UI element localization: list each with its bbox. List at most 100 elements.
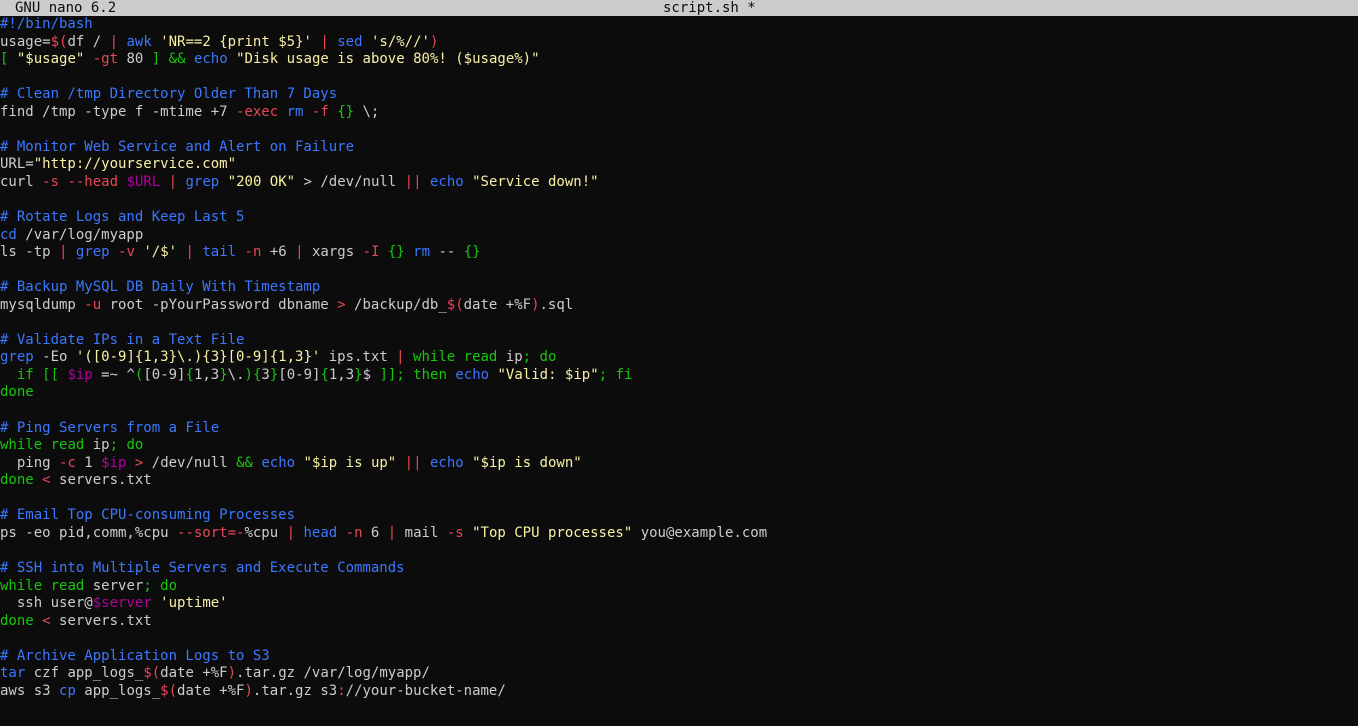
code-line[interactable]: #!/bin/bash [0, 16, 1358, 34]
code-line[interactable]: # Monitor Web Service and Alert on Failu… [0, 139, 1358, 157]
code-token: ips.txt [320, 349, 397, 366]
code-line[interactable]: mysqldump -u root -pYourPassword dbname … [0, 297, 1358, 315]
code-line[interactable]: find /tmp -type f -mtime +7 -exec rm -f … [0, 104, 1358, 122]
code-line[interactable]: usage=$(df / | awk 'NR==2 {print $5}' | … [0, 34, 1358, 52]
code-line[interactable]: # Validate IPs in a Text File [0, 332, 1358, 350]
code-line[interactable]: done [0, 384, 1358, 402]
code-line[interactable]: # Rotate Logs and Keep Last 5 [0, 209, 1358, 227]
code-token: read [50, 577, 85, 594]
code-token: | [109, 33, 119, 50]
code-token: -s [446, 524, 464, 541]
code-token: %cpu [244, 524, 287, 541]
code-line[interactable]: grep -Eo '([0-9]{1,3}\.){3}[0-9]{1,3}' i… [0, 349, 1358, 367]
code-line[interactable] [0, 314, 1358, 332]
code-token: ] [151, 51, 161, 68]
code-line[interactable]: curl -s --head $URL | grep "200 OK" > /d… [0, 174, 1358, 192]
code-token: if [16, 366, 34, 383]
code-line[interactable] [0, 630, 1358, 648]
code-line[interactable]: done < servers.txt [0, 472, 1358, 490]
code-token: : [337, 682, 346, 699]
code-line[interactable]: if [[ $ip =~ ^([0-9]{1,3}\.){3}[0-9]{1,3… [0, 367, 1358, 385]
code-token: awk [126, 33, 152, 50]
code-token: read [50, 437, 85, 454]
code-line[interactable] [0, 69, 1358, 87]
code-line[interactable] [0, 191, 1358, 209]
code-line[interactable]: aws s3 cp app_logs_$(date +%F).tar.gz s3… [0, 683, 1358, 701]
code-token: { [185, 366, 194, 383]
code-token: ping [0, 454, 60, 471]
code-line[interactable]: ls -tp | grep -v '/$' | tail -n +6 | xar… [0, 244, 1358, 262]
code-token: && [236, 454, 253, 471]
code-token: rm [286, 103, 304, 120]
code-line[interactable]: # Email Top CPU-consuming Processes [0, 507, 1358, 525]
code-line[interactable]: [ "$usage" -gt 80 ] && echo "Disk usage … [0, 51, 1358, 69]
code-token: find /tmp -type f -mtime +7 [0, 103, 237, 120]
code-line[interactable] [0, 402, 1358, 420]
code-token: grep [185, 173, 220, 190]
code-token: done [0, 472, 34, 489]
code-token: "Service down!" [472, 173, 599, 190]
code-line[interactable]: # Clean /tmp Directory Older Than 7 Days [0, 86, 1358, 104]
code-token: read [463, 349, 498, 366]
code-token: # SSH into Multiple Servers and Execute … [0, 559, 405, 576]
code-line[interactable]: ps -eo pid,comm,%cpu --sort=-%cpu | head… [0, 525, 1358, 543]
code-token: .tar.gz /var/log/myapp/ [236, 665, 430, 682]
code-token: server [84, 577, 144, 594]
code-token: date +%F [160, 665, 228, 682]
code-token: {} [463, 244, 481, 261]
code-token: -gt [92, 51, 119, 68]
code-token: -Eo [33, 349, 76, 366]
code-token: > /dev/null [295, 173, 405, 190]
code-token: echo [261, 454, 296, 471]
code-line[interactable]: ping -c 1 $ip > /dev/null && echo "$ip i… [0, 455, 1358, 473]
code-token: 6 [362, 524, 388, 541]
code-token: servers.txt [50, 612, 152, 629]
code-token: $ [362, 366, 380, 383]
code-token: ) [244, 682, 253, 699]
code-line[interactable] [0, 542, 1358, 560]
code-line[interactable]: URL="http://yourservice.com" [0, 156, 1358, 174]
code-token: | [185, 244, 194, 261]
code-token: # Rotate Logs and Keep Last 5 [0, 209, 245, 226]
code-token: -- [430, 244, 464, 261]
code-line[interactable]: while read server; do [0, 578, 1358, 596]
code-token: /dev/null [143, 454, 237, 471]
code-line[interactable]: tar czf app_logs_$(date +%F).tar.gz /var… [0, 665, 1358, 683]
code-line[interactable]: # Archive Application Logs to S3 [0, 648, 1358, 666]
code-token: ip [497, 349, 523, 366]
code-line[interactable] [0, 262, 1358, 280]
code-token: root -pYourPassword dbname [101, 296, 338, 313]
editor-text-area[interactable]: #!/bin/bash usage=$(df / | awk 'NR==2 {pr… [0, 16, 1358, 700]
code-line[interactable]: # SSH into Multiple Servers and Execute … [0, 560, 1358, 578]
code-token: $( [50, 33, 68, 50]
code-token: tar [0, 665, 26, 682]
code-token: [[ [42, 366, 60, 383]
code-line[interactable]: # Ping Servers from a File [0, 420, 1358, 438]
code-line[interactable]: # Backup MySQL DB Daily With Timestamp [0, 279, 1358, 297]
code-token: | [387, 524, 397, 541]
code-token: "http://yourservice.com" [33, 156, 237, 173]
code-line[interactable] [0, 490, 1358, 508]
code-token: URL= [0, 156, 34, 173]
code-line[interactable]: while read ip; do [0, 437, 1358, 455]
code-line[interactable]: cd /var/log/myapp [0, 227, 1358, 245]
code-line[interactable]: done < servers.txt [0, 613, 1358, 631]
code-token: ; then [396, 366, 447, 383]
code-line[interactable]: ssh user@$server 'uptime' [0, 595, 1358, 613]
code-token: "Top CPU processes" [472, 524, 633, 541]
code-token: ) [227, 665, 237, 682]
code-line[interactable] [0, 121, 1358, 139]
code-token: curl [0, 173, 43, 190]
